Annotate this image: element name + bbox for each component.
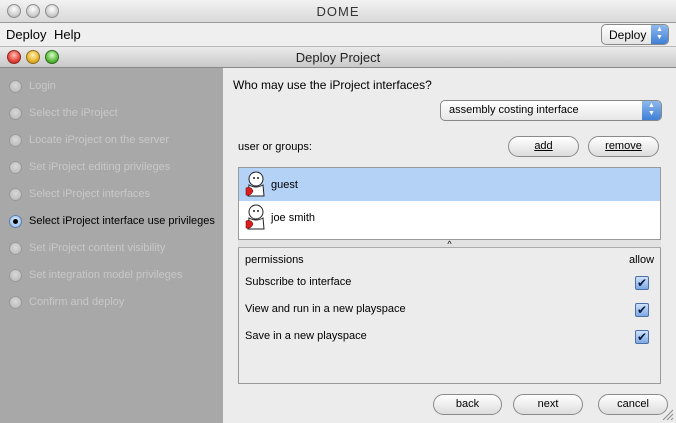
select-arrows-icon: ▲ ▼ [642,101,661,120]
step-select-iproject: Select the iProject [9,105,221,123]
permission-label: Subscribe to interface [245,276,352,288]
dialog-titlebar: Deploy Project [0,47,676,68]
step-radio-selected-icon [9,215,22,228]
step-label: Select iProject interfaces [29,188,151,200]
step-label: Set integration model privileges [29,269,183,281]
permission-label: View and run in a new playspace [245,303,406,315]
step-confirm-deploy: Confirm and deploy [9,294,221,312]
remove-button[interactable]: remove [588,136,659,157]
step-editing-privileges: Set iProject editing privileges [9,159,221,177]
add-button-label: add [534,140,553,152]
select-arrows-icon: ▲ ▼ [651,25,668,44]
step-label: Set iProject content visibility [29,242,166,254]
user-list: guest joe smith [238,167,661,240]
back-button[interactable]: back [433,394,502,415]
step-label: Set iProject editing privileges [29,161,171,173]
step-label: Confirm and deploy [29,296,125,308]
subscribe-checkbox[interactable]: ✔ [635,276,649,290]
interface-select[interactable]: assembly costing interface ▲ ▼ [440,100,662,121]
save-playspace-checkbox[interactable]: ✔ [635,330,649,344]
step-radio-icon [9,269,22,282]
step-label: Login [29,80,56,92]
step-radio-icon [9,242,22,255]
step-integration-privileges: Set integration model privileges [9,267,221,285]
dialog-title: Deploy Project [295,50,381,65]
resize-grip-icon[interactable] [660,407,674,421]
next-button[interactable]: next [513,394,583,415]
permissions-header: permissions [245,254,304,266]
step-interface-use-privileges: Select iProject interface use privileges [9,213,221,231]
menu-help[interactable]: Help [54,27,81,42]
permissions-panel [238,248,661,384]
step-radio-icon [9,296,22,309]
dome-window-titlebar: DOME [0,0,676,23]
step-label: Locate iProject on the server [29,134,170,146]
step-locate-iproject: Locate iProject on the server [9,132,221,150]
allow-header: allow [629,254,655,266]
step-radio-icon [9,161,22,174]
user-avatar-icon [245,204,265,230]
step-label: Select iProject interface use privileges [29,215,215,227]
split-pane-divider[interactable]: ^ [238,240,661,249]
view-run-checkbox[interactable]: ✔ [635,303,649,317]
step-radio-icon [9,107,22,120]
dome-window-title: DOME [316,4,360,19]
user-row-joe-smith[interactable]: joe smith [239,201,660,234]
users-label: user or groups: [238,141,312,153]
cancel-button[interactable]: cancel [598,394,668,415]
step-radio-icon [9,80,22,93]
user-name: guest [271,179,298,191]
mode-select-value: Deploy [609,28,647,42]
step-content-visibility: Set iProject content visibility [9,240,221,258]
add-button[interactable]: add [508,136,579,157]
step-label: Select the iProject [29,107,118,119]
step-login: Login [9,78,221,96]
interface-select-value: assembly costing interface [449,104,579,116]
wizard-steps-panel: Login Select the iProject Locate iProjec… [0,68,223,423]
page-question: Who may use the iProject interfaces? [233,78,432,92]
step-radio-icon [9,188,22,201]
remove-button-label: remove [605,140,642,152]
menu-bar: Deploy Help Deploy ▲ ▼ [0,23,676,47]
menu-deploy[interactable]: Deploy [6,27,46,42]
user-avatar-icon [245,171,265,197]
step-radio-icon [9,134,22,147]
mode-select[interactable]: Deploy ▲ ▼ [601,24,669,45]
user-name: joe smith [271,212,316,224]
user-row-guest[interactable]: guest [239,168,660,201]
permission-label: Save in a new playspace [245,330,367,342]
step-select-interfaces: Select iProject interfaces [9,186,221,204]
